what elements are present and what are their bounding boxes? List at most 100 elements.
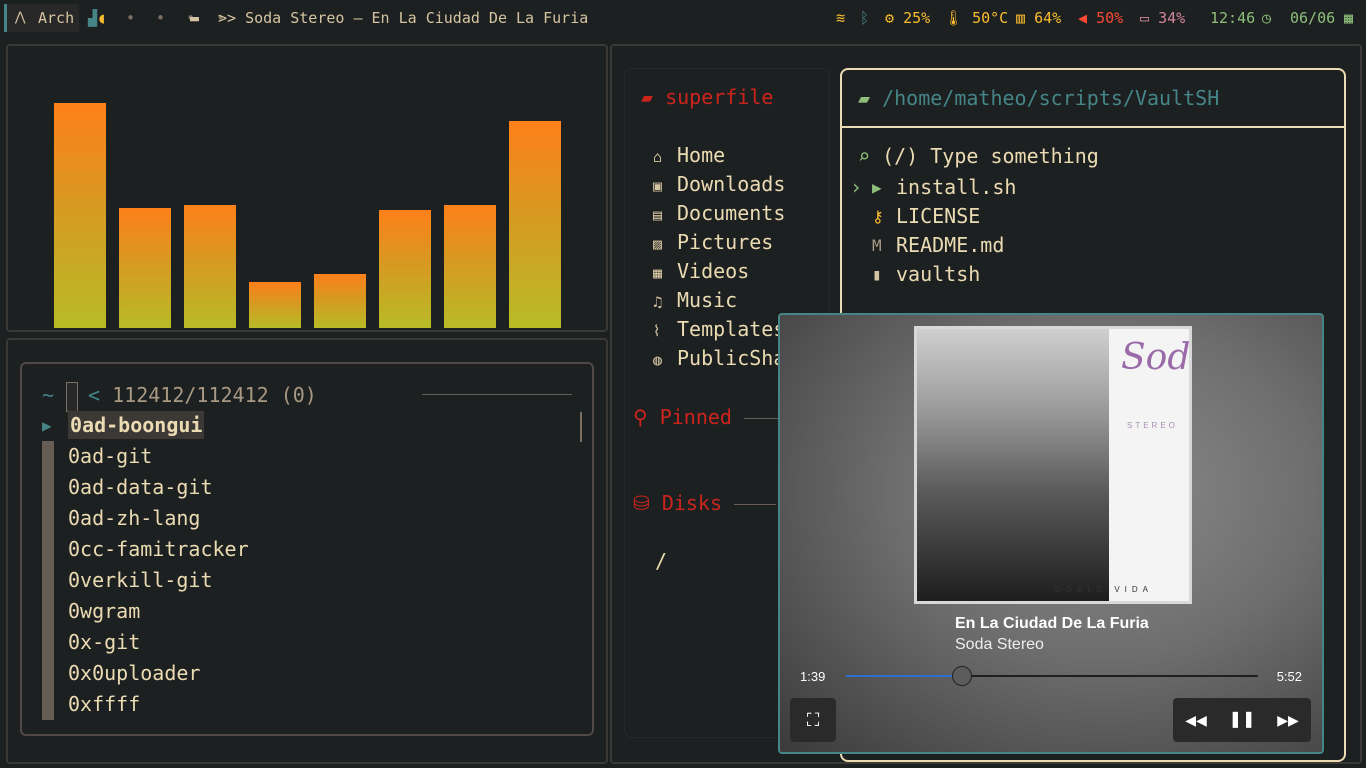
package-list-item[interactable]: 0x0uploader: [42, 658, 249, 689]
visualizer-bars: [52, 46, 572, 328]
audio-visualizer: [6, 44, 608, 332]
list-gutter: [42, 472, 54, 503]
package-list-item[interactable]: 0x-git: [42, 627, 249, 658]
pause-button[interactable]: ❚❚: [1219, 698, 1265, 742]
list-gutter: [42, 658, 54, 689]
terminal-pane[interactable]: ~ < 112412/112412 (0) ▶ 0ad-boongui 0ad-git…: [6, 338, 608, 764]
globe-icon: ◍: [653, 351, 663, 369]
package-list-item[interactable]: 0verkill-git: [42, 565, 249, 596]
current-path: /home/matheo/scripts/VaultSH: [882, 86, 1220, 110]
visualizer-bar: [54, 103, 106, 328]
workspace-dots[interactable]: • • • •: [126, 0, 231, 36]
sidebar-item-pictures[interactable]: ▨ Pictures: [653, 228, 809, 257]
artist-name: Soda Stereo: [955, 636, 1044, 653]
prompt-chevron: <: [88, 383, 101, 407]
sidebar-item-videos[interactable]: ▦ Videos: [653, 257, 809, 286]
list-gutter: [42, 596, 54, 627]
package-name: 0ad-data-git: [68, 475, 213, 499]
package-list-item[interactable]: 0ad-git: [42, 441, 249, 472]
file-list[interactable]: › ▶ install.sh ⚷ LICENSE M README.md ▮ vaultsh: [850, 173, 1017, 289]
match-count: 112412/112412 (0): [112, 383, 317, 407]
list-gutter: [42, 534, 54, 565]
selection-pointer-icon: ▶: [42, 416, 52, 435]
workspace-indicator[interactable]: ⋀ Arch: [4, 4, 79, 32]
sidebar-item-music[interactable]: ♫ Music: [653, 286, 809, 315]
sidebar-item-home[interactable]: ⌂ Home: [653, 141, 809, 170]
current-time: 1:39: [800, 669, 826, 684]
package-list-item[interactable]: 0ad-zh-lang: [42, 503, 249, 534]
seek-bar[interactable]: [846, 666, 1258, 686]
wifi-icon[interactable]: ≋: [836, 0, 845, 36]
disk-root[interactable]: /: [655, 549, 667, 573]
package-name: 0verkill-git: [68, 568, 213, 592]
album-cover: Soda STEREO DOBLE VIDA: [914, 326, 1192, 604]
visualizer-bar: [184, 205, 236, 328]
package-name: 0ad-boongui: [68, 411, 205, 439]
cpu-usage: 25%: [903, 9, 931, 27]
file-row[interactable]: ▮ vaultsh: [858, 260, 1016, 289]
package-list-item[interactable]: ▶ 0ad-boongui: [42, 410, 249, 441]
bluetooth-icon[interactable]: ᛒ: [860, 0, 869, 36]
pin-icon: ⚲: [633, 405, 648, 429]
rewind-button[interactable]: ◀◀: [1173, 698, 1219, 742]
pinned-heading: Pinned: [659, 405, 732, 429]
fast-forward-button[interactable]: ▶▶: [1265, 698, 1311, 742]
fullscreen-button[interactable]: ⛶: [790, 698, 836, 742]
memory-icon: ▥: [1016, 9, 1026, 27]
package-name: 0wgram: [68, 599, 141, 623]
volume-icon[interactable]: ◀: [1078, 9, 1087, 27]
volume-level: 50%: [1096, 9, 1124, 27]
package-list-item[interactable]: 0wgram: [42, 596, 249, 627]
music-icon: ♫: [653, 293, 663, 311]
battery-level: 34%: [1158, 9, 1186, 27]
file-row[interactable]: M README.md: [858, 231, 1016, 260]
package-name: 0x0uploader: [68, 661, 201, 685]
pacman-icon: ▟◖: [88, 9, 107, 27]
sidebar-item-label: Templates: [677, 317, 786, 341]
query-input[interactable]: [66, 381, 79, 412]
sidebar-item-label: Documents: [677, 201, 786, 225]
total-time: 5:52: [1276, 669, 1302, 684]
visualizer-bar: [379, 210, 431, 328]
folder-icon: ▰: [858, 86, 871, 110]
package-list[interactable]: ▶ 0ad-boongui 0ad-git 0ad-data-git 0ad-zh-la…: [42, 410, 249, 720]
cover-footer: DOBLE VIDA: [1055, 585, 1154, 594]
list-gutter: [42, 503, 54, 534]
file-row[interactable]: › ▶ install.sh: [850, 173, 1017, 202]
disk-icon: ⛁: [633, 491, 650, 515]
media-player-popup[interactable]: Soda STEREO DOBLE VIDA En La Ciudad De L…: [778, 313, 1324, 754]
song-title: En La Ciudad De La Furia: [955, 615, 1149, 632]
disks-heading: Disks: [661, 491, 723, 515]
cover-photo: [917, 329, 1109, 601]
search-input[interactable]: (/) Type something: [882, 144, 1099, 168]
file-name: vaultsh: [896, 262, 981, 286]
clock-icon: ◷: [1262, 9, 1272, 27]
visualizer-bar: [444, 205, 496, 328]
file-name: install.sh: [896, 175, 1017, 199]
prompt-symbol: ~: [42, 383, 55, 407]
package-name: 0cc-famitracker: [68, 537, 249, 561]
scrollbar[interactable]: [580, 412, 582, 442]
sidebar-item-documents[interactable]: ▤ Documents: [653, 199, 809, 228]
fzf-picker[interactable]: ~ < 112412/112412 (0) ▶ 0ad-boongui 0ad-git…: [20, 362, 594, 736]
video-icon: ▦: [653, 264, 663, 282]
package-list-item[interactable]: 0ad-data-git: [42, 472, 249, 503]
seek-handle[interactable]: [952, 666, 973, 686]
file-icon: ▮: [872, 265, 882, 284]
file-name: README.md: [896, 233, 1005, 257]
list-gutter: [42, 627, 54, 658]
cpu-icon: ⚙: [885, 9, 895, 27]
list-gutter: [42, 689, 54, 720]
battery-icon: ▭: [1140, 9, 1150, 27]
picture-icon: ▨: [653, 235, 663, 253]
sidebar-item-downloads[interactable]: ▣ Downloads: [653, 170, 809, 199]
prompt-separator: [422, 394, 572, 395]
file-row[interactable]: ⚷ LICENSE: [858, 202, 1016, 231]
package-name: 0x-git: [68, 630, 141, 654]
date: 06/06: [1290, 9, 1336, 27]
package-list-item[interactable]: 0cc-famitracker: [42, 534, 249, 565]
seek-progress: [846, 675, 962, 677]
calendar-icon: ▦: [1344, 9, 1354, 27]
package-list-item[interactable]: 0xffff: [42, 689, 249, 720]
folder-icon: ▰: [641, 85, 654, 109]
